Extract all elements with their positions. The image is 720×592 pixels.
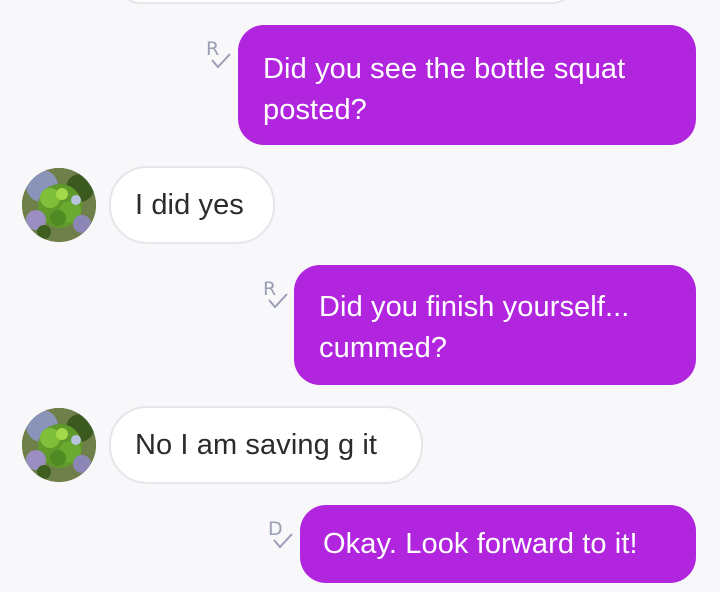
contact-avatar[interactable] [22,168,96,242]
message-text-line: posted? [263,94,367,126]
previous-message-bubble[interactable] [118,0,574,4]
read-receipt-icon: R [263,280,293,312]
read-receipt-icon: R [206,40,236,72]
sent-message-bubble[interactable]: Did you see the bottle squat posted? [238,25,696,145]
sent-message-bubble[interactable]: Did you finish yourself... cummed? [294,265,696,385]
message-text-line: cummed? [319,332,448,364]
received-message-bubble[interactable]: No I am saving g it [109,406,423,484]
message-text-line: Did you see the bottle squat [263,53,626,85]
received-message-bubble[interactable]: I did yes [109,166,275,244]
sent-message-bubble[interactable]: Okay. Look forward to it! [300,505,696,583]
message-thread: R Did you see the bottle squat posted? I… [0,0,720,592]
contact-avatar[interactable] [22,408,96,482]
message-text: Okay. Look forward to it! [323,528,638,560]
message-text-line: Did you finish yourself... [319,291,630,323]
message-text: No I am saving g it [135,429,378,461]
message-text: I did yes [135,189,244,221]
delivered-receipt-icon: D [268,520,298,552]
